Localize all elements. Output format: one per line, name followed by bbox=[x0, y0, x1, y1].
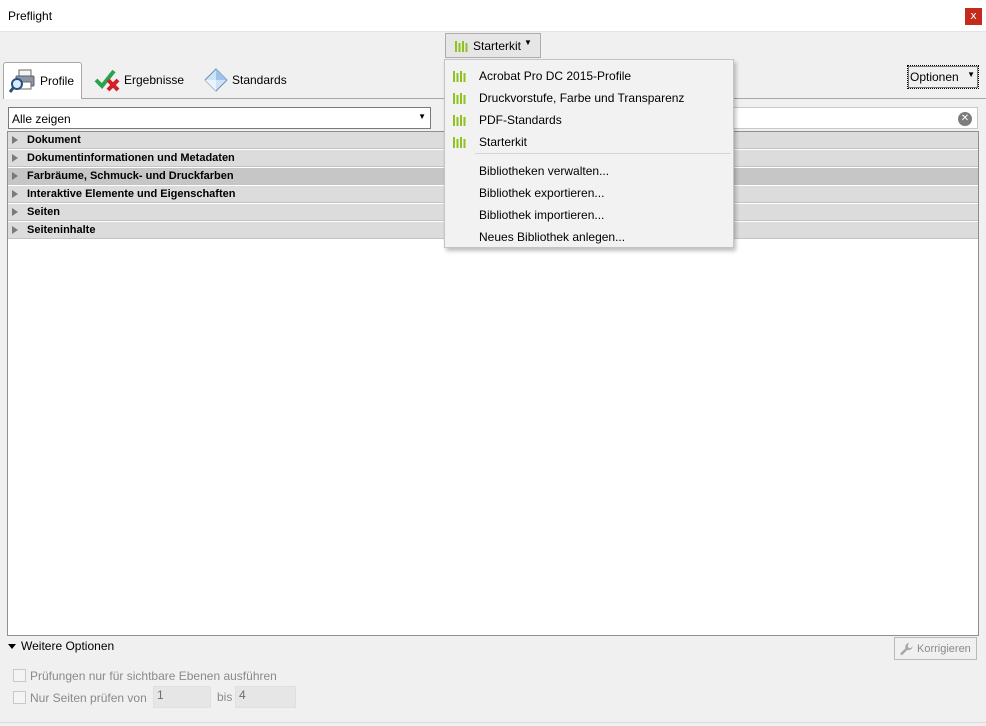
fix-button[interactable]: Korrigieren bbox=[894, 637, 977, 660]
page-range-label: Nur Seiten prüfen von bbox=[30, 691, 147, 705]
tree-row-label: Dokument bbox=[27, 134, 81, 146]
library-bars-icon bbox=[453, 93, 466, 104]
menu-item-label: Druckvorstufe, Farbe und Transparenz bbox=[479, 91, 685, 105]
title-bar: Preflight x bbox=[0, 0, 986, 32]
filter-select[interactable]: Alle zeigen ▼ bbox=[8, 107, 431, 129]
menu-item-manage-libraries[interactable]: Bibliotheken verwalten... bbox=[445, 158, 733, 180]
standards-diamond-icon bbox=[204, 68, 228, 92]
filter-select-value: Alle zeigen bbox=[12, 112, 71, 126]
tab-standards-label: Standards bbox=[232, 73, 287, 87]
library-dropdown-menu: Acrobat Pro DC 2015-Profile Druckvorstuf… bbox=[444, 59, 734, 248]
menu-item-druckvorstufe[interactable]: Druckvorstufe, Farbe und Transparenz bbox=[445, 85, 733, 107]
menu-item-label: Starterkit bbox=[479, 135, 528, 149]
library-dropdown-label: Starterkit bbox=[473, 39, 522, 53]
window-title: Preflight bbox=[8, 9, 53, 23]
menu-item-label: Bibliothek importieren... bbox=[479, 208, 605, 222]
tree-row-label: Seiteninhalte bbox=[27, 224, 96, 236]
collapse-triangle-icon bbox=[8, 644, 16, 649]
tree-row-label: Farbräume, Schmuck- und Druckfarben bbox=[27, 170, 234, 182]
tab-ergebnisse-label: Ergebnisse bbox=[124, 73, 185, 87]
menu-item-acrobat-profile[interactable]: Acrobat Pro DC 2015-Profile bbox=[445, 63, 733, 85]
expand-arrow-icon[interactable] bbox=[12, 190, 18, 198]
menu-item-pdf-standards[interactable]: PDF-Standards bbox=[445, 107, 733, 129]
options-button[interactable]: Optionen ▼ bbox=[907, 65, 979, 89]
page-from-field[interactable]: 1 bbox=[153, 686, 211, 708]
close-button[interactable]: x bbox=[965, 8, 982, 25]
menu-item-label: Bibliotheken verwalten... bbox=[479, 164, 610, 178]
menu-item-new-library[interactable]: Neues Bibliothek anlegen... bbox=[445, 224, 733, 246]
tab-profile-label: Profile bbox=[40, 74, 75, 88]
menu-item-import-library[interactable]: Bibliothek importieren... bbox=[445, 202, 733, 224]
more-options-label: Weitere Optionen bbox=[21, 639, 115, 653]
fix-button-label: Korrigieren bbox=[917, 643, 971, 655]
bottom-divider bbox=[0, 722, 986, 723]
wrench-icon bbox=[900, 643, 913, 656]
library-bars-icon bbox=[453, 71, 466, 82]
expand-arrow-icon[interactable] bbox=[12, 226, 18, 234]
visible-layers-checkbox[interactable] bbox=[13, 669, 26, 682]
expand-arrow-icon[interactable] bbox=[12, 154, 18, 162]
tree-row-label: Dokumentinformationen und Metadaten bbox=[27, 152, 235, 164]
tab-standards[interactable]: Standards bbox=[198, 62, 298, 99]
chevron-down-icon: ▼ bbox=[967, 70, 975, 79]
page-to-value: 4 bbox=[239, 688, 246, 702]
library-bars-icon bbox=[455, 41, 468, 52]
page-from-value: 1 bbox=[157, 688, 164, 702]
clear-search-icon[interactable]: ✕ bbox=[958, 112, 972, 126]
page-range-checkbox[interactable] bbox=[13, 691, 26, 704]
menu-separator bbox=[475, 153, 731, 154]
tab-profile[interactable]: Profile bbox=[3, 62, 82, 99]
library-dropdown-button[interactable]: Starterkit ▼ bbox=[445, 33, 541, 58]
menu-item-label: Bibliothek exportieren... bbox=[479, 186, 605, 200]
results-check-cross-icon bbox=[94, 69, 120, 92]
menu-item-label: Acrobat Pro DC 2015-Profile bbox=[479, 69, 632, 83]
page-to-field[interactable]: 4 bbox=[235, 686, 296, 708]
tree-row-label: Interaktive Elemente und Eigenschaften bbox=[27, 188, 236, 200]
expand-arrow-icon[interactable] bbox=[12, 208, 18, 216]
search-input[interactable]: ✕ bbox=[731, 107, 978, 129]
expand-arrow-icon[interactable] bbox=[12, 136, 18, 144]
menu-item-export-library[interactable]: Bibliothek exportieren... bbox=[445, 180, 733, 202]
tab-ergebnisse[interactable]: Ergebnisse bbox=[90, 62, 190, 99]
menu-item-label: PDF-Standards bbox=[479, 113, 562, 127]
chevron-down-icon: ▼ bbox=[524, 38, 532, 47]
profile-magnifier-icon bbox=[9, 69, 35, 93]
tree-row-label: Seiten bbox=[27, 206, 61, 218]
chevron-down-icon: ▼ bbox=[418, 112, 426, 121]
menu-item-label: Neues Bibliothek anlegen... bbox=[479, 230, 626, 244]
expand-arrow-icon[interactable] bbox=[12, 172, 18, 180]
library-bars-icon bbox=[453, 115, 466, 126]
library-bars-icon bbox=[453, 137, 466, 148]
visible-layers-label: Prüfungen nur für sichtbare Ebenen ausfü… bbox=[30, 669, 277, 683]
options-button-label: Optionen bbox=[910, 70, 959, 84]
page-range-bis-label: bis bbox=[217, 690, 233, 704]
menu-item-starterkit[interactable]: Starterkit bbox=[445, 129, 733, 151]
